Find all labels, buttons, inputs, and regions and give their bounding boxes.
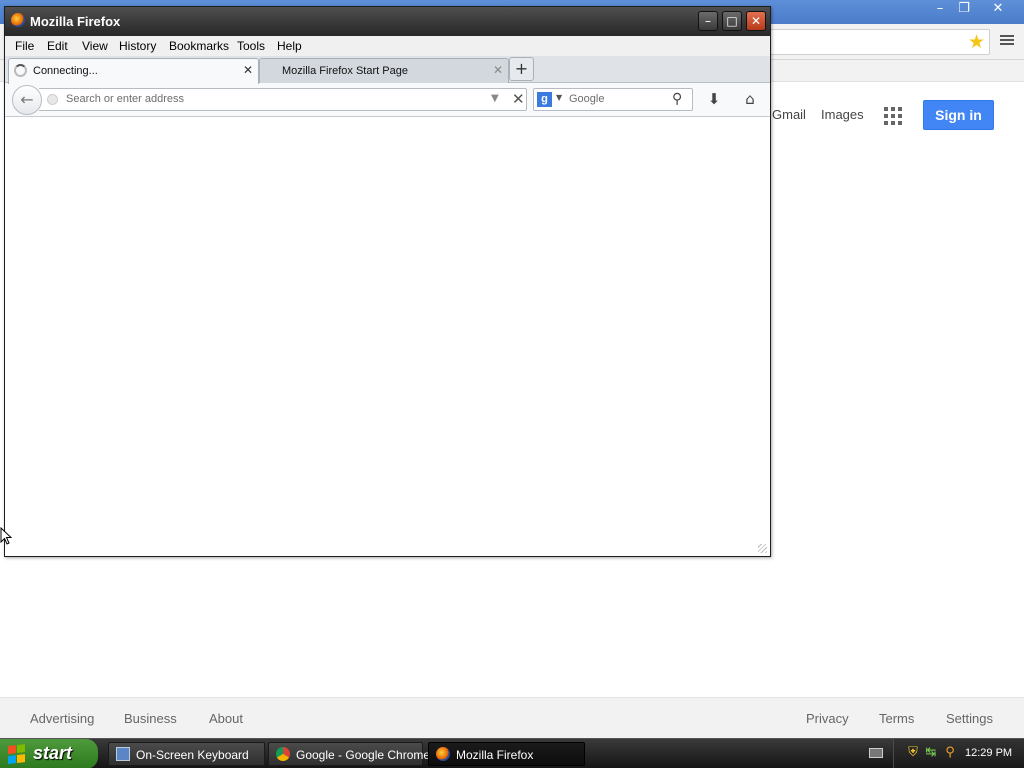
chrome-menu-icon[interactable] xyxy=(998,33,1016,49)
minimize-button[interactable]: – xyxy=(698,11,718,31)
tab-start-page[interactable]: Mozilla Firefox Start Page ✕ xyxy=(259,58,509,83)
network-icon[interactable]: ↹ xyxy=(924,746,938,760)
images-link[interactable]: Images xyxy=(821,107,864,122)
chrome-restore-button[interactable]: ❐ xyxy=(952,1,976,17)
menu-file[interactable]: File xyxy=(15,39,34,53)
loading-throbber-icon xyxy=(14,64,27,77)
engine-dropdown-icon[interactable]: ▼ xyxy=(556,93,562,102)
maximize-button[interactable]: □ xyxy=(722,11,742,31)
footer-advertising-link[interactable]: Advertising xyxy=(30,711,94,726)
site-identity-icon[interactable] xyxy=(47,94,58,105)
mouse-cursor-icon xyxy=(0,527,12,545)
system-tray: ⛨ ↹ ⚲ 12:29 PM xyxy=(893,739,1024,768)
sign-in-button[interactable]: Sign in xyxy=(923,100,994,130)
firefox-titlebar[interactable]: Mozilla Firefox – □ ✕ xyxy=(5,7,770,36)
search-tray-icon[interactable]: ⚲ xyxy=(943,746,957,760)
footer-privacy-link[interactable]: Privacy xyxy=(806,711,849,726)
task-mozilla-firefox[interactable]: Mozilla Firefox xyxy=(428,742,585,766)
new-tab-button[interactable]: + xyxy=(509,57,534,81)
search-icon[interactable]: ⚲ xyxy=(672,91,682,107)
window-title: Mozilla Firefox xyxy=(30,14,121,29)
clock: 12:29 PM xyxy=(965,747,1013,759)
gmail-link[interactable]: Gmail xyxy=(772,107,806,122)
search-box[interactable]: g ▼ Google ⚲ xyxy=(533,88,693,111)
task-label: Google - Google Chrome xyxy=(296,748,431,762)
back-button[interactable]: ← xyxy=(12,85,42,115)
bookmark-star-icon[interactable]: ★ xyxy=(968,32,985,52)
footer-settings-link[interactable]: Settings xyxy=(946,711,993,726)
chrome-close-button[interactable]: ✕ xyxy=(986,1,1010,17)
keyboard-icon xyxy=(116,747,130,761)
security-shield-icon[interactable]: ⛨ xyxy=(906,746,920,760)
footer-business-link[interactable]: Business xyxy=(124,711,177,726)
address-bar[interactable]: Search or enter address ▼ ✕ xyxy=(39,88,527,111)
firefox-icon xyxy=(436,747,450,761)
chrome-omnibox[interactable]: ★ xyxy=(760,29,990,55)
tab-label: Connecting... xyxy=(33,65,98,77)
search-placeholder: Google xyxy=(569,93,605,105)
chrome-icon xyxy=(276,747,290,761)
start-label: start xyxy=(33,743,73,763)
tab-strip: Connecting... ✕ Mozilla Firefox Start Pa… xyxy=(5,56,770,84)
google-footer: Advertising Business About Privacy Terms… xyxy=(0,697,1024,738)
page-content[interactable] xyxy=(7,118,768,552)
apps-grid-icon[interactable] xyxy=(884,107,902,125)
start-button[interactable]: start xyxy=(0,739,98,768)
firefox-window: Mozilla Firefox – □ ✕ File Edit View His… xyxy=(4,6,771,557)
task-label: Mozilla Firefox xyxy=(456,748,534,762)
windows-logo-icon xyxy=(8,744,26,764)
downloads-icon[interactable]: ⬇ xyxy=(703,89,725,111)
menu-edit[interactable]: Edit xyxy=(47,39,68,53)
task-google-chrome[interactable]: Google - Google Chrome xyxy=(268,742,430,766)
tab-close-icon[interactable]: ✕ xyxy=(243,63,253,77)
tab-connecting[interactable]: Connecting... ✕ xyxy=(8,58,259,84)
address-placeholder: Search or enter address xyxy=(66,93,185,105)
task-label: On-Screen Keyboard xyxy=(136,748,249,762)
history-dropdown-icon[interactable]: ▼ xyxy=(491,93,499,104)
firefox-logo-icon xyxy=(11,13,25,27)
menu-help[interactable]: Help xyxy=(277,39,302,53)
stop-icon[interactable]: ✕ xyxy=(512,90,525,108)
tab-label: Mozilla Firefox Start Page xyxy=(282,65,408,77)
menu-tools[interactable]: Tools xyxy=(237,39,265,53)
tab-close-icon[interactable]: ✕ xyxy=(493,63,503,77)
menu-bookmarks[interactable]: Bookmarks xyxy=(169,39,229,53)
close-button[interactable]: ✕ xyxy=(746,11,766,31)
menu-history[interactable]: History xyxy=(119,39,156,53)
footer-about-link[interactable]: About xyxy=(209,711,243,726)
navigation-toolbar: Search or enter address ▼ ✕ ← g ▼ Google… xyxy=(5,83,770,117)
home-icon[interactable]: ⌂ xyxy=(739,89,761,111)
chrome-minimize-button[interactable]: – xyxy=(928,1,952,17)
resize-grip-icon[interactable] xyxy=(758,544,767,553)
footer-terms-link[interactable]: Terms xyxy=(879,711,914,726)
keyboard-tray-icon[interactable] xyxy=(869,748,883,758)
google-engine-icon[interactable]: g xyxy=(537,92,552,107)
menu-bar: File Edit View History Bookmarks Tools H… xyxy=(5,36,770,56)
menu-view[interactable]: View xyxy=(82,39,108,53)
task-on-screen-keyboard[interactable]: On-Screen Keyboard xyxy=(108,742,265,766)
taskbar: start On-Screen Keyboard Google - Google… xyxy=(0,738,1024,768)
